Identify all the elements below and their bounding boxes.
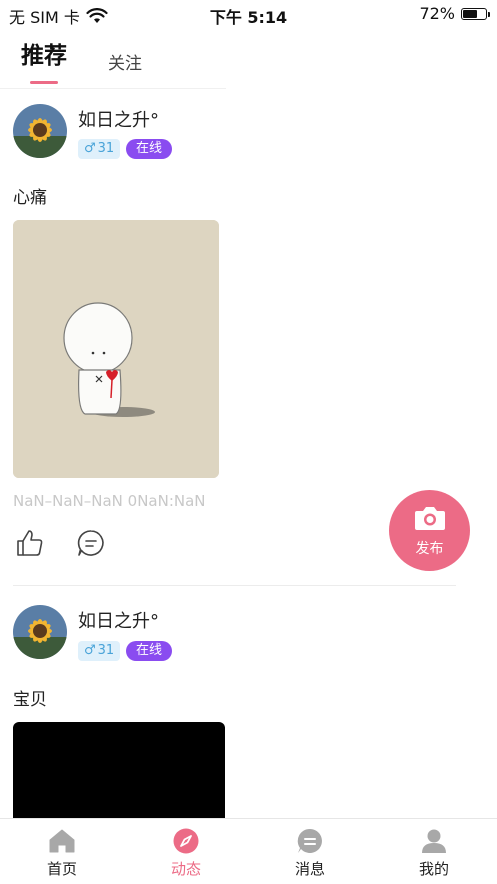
status-bar: 无 SIM 卡 下午 5:14 72% [0, 0, 497, 28]
tab-recommended[interactable]: 推荐 [21, 36, 67, 70]
nav-label-profile: 我的 [418, 860, 449, 878]
publish-label: 发布 [415, 541, 444, 557]
username[interactable]: 如日之升° [78, 607, 159, 633]
like-icon[interactable] [15, 528, 45, 558]
comment-icon[interactable] [76, 528, 106, 558]
avatar[interactable] [13, 605, 67, 659]
post-text: 宝贝 [13, 690, 47, 710]
nav-item-messages[interactable]: 消息 [248, 819, 372, 884]
message-icon [297, 828, 322, 853]
male-icon: ♂ [84, 643, 96, 658]
post-text: 心痛 [13, 188, 47, 208]
post-image[interactable] [13, 220, 219, 478]
nav-label-home: 首页 [46, 860, 77, 878]
male-icon: ♂ [84, 141, 96, 156]
compass-icon [173, 828, 199, 854]
gender-age-badge: ♂ 31 [78, 641, 121, 661]
nav-label-messages: 消息 [294, 860, 325, 878]
post-timestamp: NaN–NaN–NaN 0NaN:NaN [13, 492, 206, 510]
tab-following[interactable]: 关注 [108, 49, 142, 74]
online-status-badge: 在线 [126, 641, 173, 661]
publish-button[interactable]: 发布 [389, 490, 470, 571]
camera-icon [415, 507, 445, 530]
nav-item-profile[interactable]: 我的 [372, 819, 496, 884]
home-icon [49, 829, 75, 853]
nav-label-feed: 动态 [170, 860, 201, 878]
nav-item-feed[interactable]: 动态 [124, 819, 248, 884]
bottom-nav: 首页 动态 消息 我的 [0, 818, 497, 884]
feed-tabs: 推荐 关注 [0, 36, 200, 88]
username[interactable]: 如日之升° [78, 106, 159, 132]
active-tab-indicator [30, 81, 58, 84]
post-divider [13, 585, 456, 586]
gender-age-badge: ♂ 31 [78, 139, 121, 159]
online-status-badge: 在线 [126, 139, 173, 159]
header-divider [0, 88, 226, 89]
nav-item-home[interactable]: 首页 [0, 819, 124, 884]
avatar[interactable] [13, 104, 67, 158]
profile-icon [422, 829, 446, 853]
battery-icon [461, 7, 490, 20]
battery-percent: 72% [419, 4, 455, 23]
